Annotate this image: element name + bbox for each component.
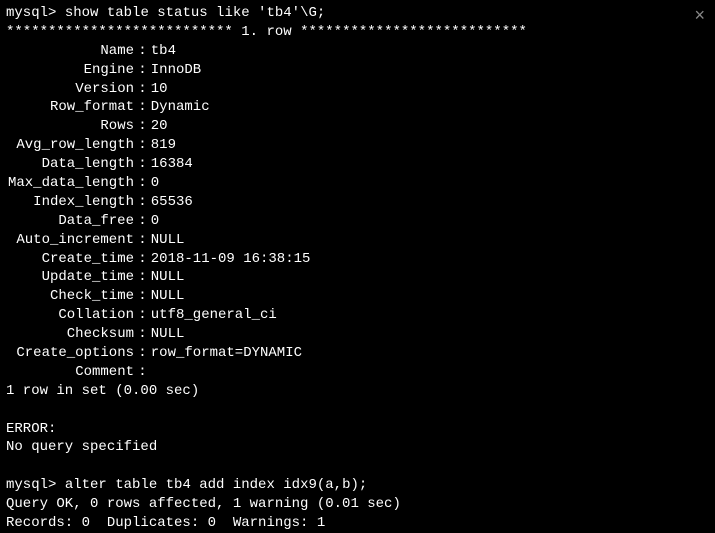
field-row: Checksum:NULL — [6, 325, 709, 344]
field-key: Max_data_length — [6, 174, 134, 193]
prompt-text: mysql> — [6, 5, 56, 21]
field-key: Avg_row_length — [6, 136, 134, 155]
field-value: row_format=DYNAMIC — [151, 344, 302, 363]
blank-line — [6, 401, 709, 420]
field-separator: : — [134, 231, 151, 250]
field-key: Update_time — [6, 268, 134, 287]
field-separator: : — [134, 174, 151, 193]
field-value: 819 — [151, 136, 176, 155]
field-separator: : — [134, 61, 151, 80]
banner-right: *************************** — [300, 24, 527, 40]
field-value: 10 — [151, 80, 168, 99]
field-row: Check_time:NULL — [6, 287, 709, 306]
field-value: 0 — [151, 174, 159, 193]
field-value: InnoDB — [151, 61, 201, 80]
field-row: Update_time:NULL — [6, 268, 709, 287]
row-banner: *************************** 1. row *****… — [6, 23, 709, 42]
field-key: Index_length — [6, 193, 134, 212]
field-value: tb4 — [151, 42, 176, 61]
summary-line-1: 1 row in set (0.00 sec) — [6, 382, 709, 401]
field-key: Data_free — [6, 212, 134, 231]
field-separator: : — [134, 117, 151, 136]
banner-left: *************************** — [6, 24, 233, 40]
field-row: Collation:utf8_general_ci — [6, 306, 709, 325]
field-row: Engine:InnoDB — [6, 61, 709, 80]
table-status-fields: Name:tb4Engine:InnoDBVersion:10Row_forma… — [6, 42, 709, 382]
field-row: Version:10 — [6, 80, 709, 99]
field-row: Rows:20 — [6, 117, 709, 136]
field-key: Collation — [6, 306, 134, 325]
field-value: utf8_general_ci — [151, 306, 277, 325]
field-value: NULL — [151, 325, 185, 344]
field-row: Create_time:2018-11-09 16:38:15 — [6, 250, 709, 269]
field-key: Data_length — [6, 155, 134, 174]
field-key: Create_options — [6, 344, 134, 363]
field-row: Row_format:Dynamic — [6, 98, 709, 117]
field-separator: : — [134, 250, 151, 269]
result-line-2a: Query OK, 0 rows affected, 1 warning (0.… — [6, 495, 709, 514]
field-row: Create_options:row_format=DYNAMIC — [6, 344, 709, 363]
field-separator: : — [134, 98, 151, 117]
field-separator: : — [134, 136, 151, 155]
field-separator: : — [134, 212, 151, 231]
error-label: ERROR: — [6, 420, 709, 439]
field-value: NULL — [151, 268, 185, 287]
field-separator: : — [134, 325, 151, 344]
field-key: Rows — [6, 117, 134, 136]
command-text: show table status like 'tb4'\G; — [65, 5, 325, 21]
blank-line — [6, 457, 709, 476]
field-key: Engine — [6, 61, 134, 80]
field-key: Create_time — [6, 250, 134, 269]
field-row: Max_data_length:0 — [6, 174, 709, 193]
field-separator: : — [134, 42, 151, 61]
field-row: Comment: — [6, 363, 709, 382]
field-value: NULL — [151, 287, 185, 306]
field-key: Row_format — [6, 98, 134, 117]
banner-mid: 1. row — [233, 24, 300, 40]
field-value: 0 — [151, 212, 159, 231]
command-line-1: mysql> show table status like 'tb4'\G; — [6, 4, 709, 23]
field-separator: : — [134, 268, 151, 287]
field-row: Avg_row_length:819 — [6, 136, 709, 155]
close-icon[interactable]: × — [694, 6, 705, 24]
field-value: 65536 — [151, 193, 193, 212]
field-separator: : — [134, 306, 151, 325]
field-separator: : — [134, 193, 151, 212]
field-value: 16384 — [151, 155, 193, 174]
field-key: Checksum — [6, 325, 134, 344]
field-row: Auto_increment:NULL — [6, 231, 709, 250]
field-value: 2018-11-09 16:38:15 — [151, 250, 311, 269]
field-key: Name — [6, 42, 134, 61]
field-row: Data_free:0 — [6, 212, 709, 231]
error-message: No query specified — [6, 438, 709, 457]
field-row: Data_length:16384 — [6, 155, 709, 174]
command-text: alter table tb4 add index idx9(a,b); — [65, 477, 367, 493]
field-separator: : — [134, 287, 151, 306]
field-value: 20 — [151, 117, 168, 136]
field-row: Name:tb4 — [6, 42, 709, 61]
field-separator: : — [134, 80, 151, 99]
field-key: Auto_increment — [6, 231, 134, 250]
field-value: Dynamic — [151, 98, 210, 117]
field-key: Check_time — [6, 287, 134, 306]
field-separator: : — [134, 344, 151, 363]
field-separator: : — [134, 363, 151, 382]
prompt-text: mysql> — [6, 477, 56, 493]
field-value: NULL — [151, 231, 185, 250]
result-line-2b: Records: 0 Duplicates: 0 Warnings: 1 — [6, 514, 709, 533]
field-row: Index_length:65536 — [6, 193, 709, 212]
field-separator: : — [134, 155, 151, 174]
field-key: Comment — [6, 363, 134, 382]
command-line-2: mysql> alter table tb4 add index idx9(a,… — [6, 476, 709, 495]
field-key: Version — [6, 80, 134, 99]
